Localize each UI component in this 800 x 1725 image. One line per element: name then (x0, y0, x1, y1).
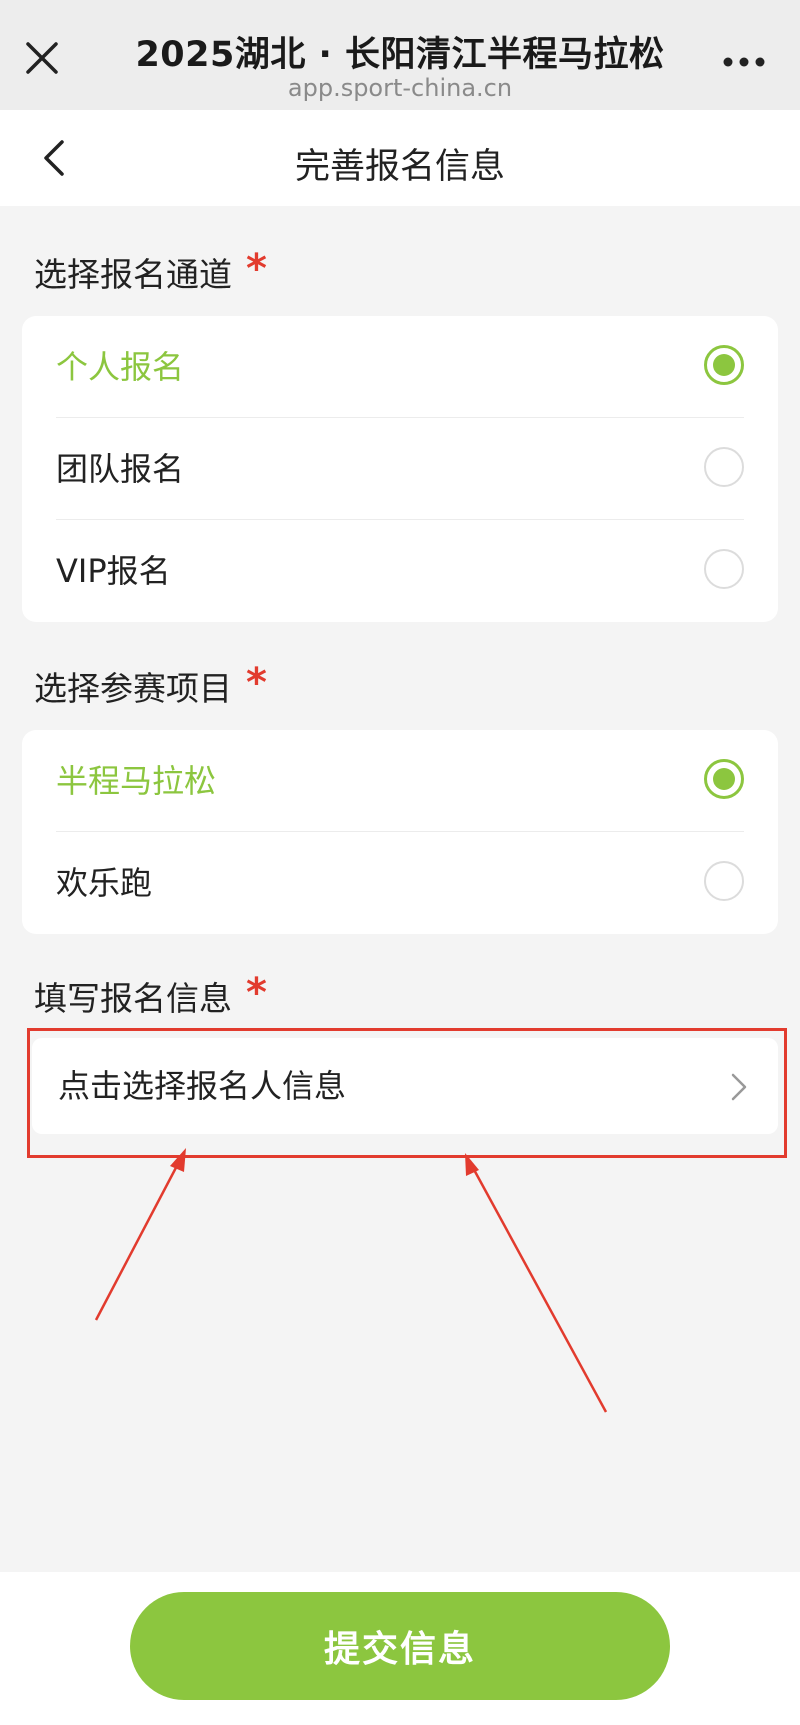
radio-unselected[interactable] (704, 447, 744, 487)
channel-section-title: 选择报名通道 (34, 255, 232, 294)
option-label: 团队报名 (56, 450, 185, 488)
browser-title: 2025湖北 · 长阳清江半程马拉松 (135, 35, 665, 75)
submit-button[interactable]: 提交信息 (130, 1592, 670, 1700)
option-label: 半程马拉松 (56, 762, 217, 800)
required-star: * (246, 660, 267, 706)
page-title: 完善报名信息 (294, 147, 505, 187)
event-options-card: 半程马拉松 欢乐跑 (22, 730, 778, 934)
channel-option-team[interactable]: 团队报名 (22, 418, 778, 520)
browser-top-bar: 2025湖北 · 长阳清江半程马拉松 app.sport-china.cn (0, 0, 800, 110)
more-icon[interactable] (722, 55, 766, 69)
radio-selected[interactable] (704, 345, 744, 385)
option-label: 个人报名 (56, 348, 185, 386)
channel-option-vip[interactable]: VIP报名 (22, 520, 778, 622)
channel-options-card: 个人报名 团队报名 VIP报名 (22, 316, 778, 622)
footer-bar: 提交信息 (0, 1572, 800, 1725)
event-option-half-marathon[interactable]: 半程马拉松 (22, 730, 778, 832)
required-star: * (246, 246, 267, 292)
event-option-fun-run[interactable]: 欢乐跑 (22, 832, 778, 934)
option-label: VIP报名 (56, 552, 171, 590)
option-label: 欢乐跑 (56, 864, 153, 902)
required-star: * (246, 970, 267, 1016)
channel-option-individual[interactable]: 个人报名 (22, 316, 778, 418)
annotation-arrow-right (465, 1153, 608, 1413)
channel-section-label: 选择报名通道 * (34, 246, 267, 296)
page-nav-bar: 完善报名信息 (0, 110, 800, 206)
radio-unselected[interactable] (704, 549, 744, 589)
info-section-label: 填写报名信息 * (34, 970, 267, 1020)
annotation-highlight-box (27, 1028, 787, 1158)
annotation-arrow-left (94, 1148, 186, 1321)
event-section-title: 选择参赛项目 (34, 669, 232, 708)
event-section-label: 选择参赛项目 * (34, 660, 267, 710)
radio-selected[interactable] (704, 759, 744, 799)
radio-unselected[interactable] (704, 861, 744, 901)
browser-domain: app.sport-china.cn (287, 74, 513, 102)
info-section-title: 填写报名信息 (34, 979, 232, 1018)
